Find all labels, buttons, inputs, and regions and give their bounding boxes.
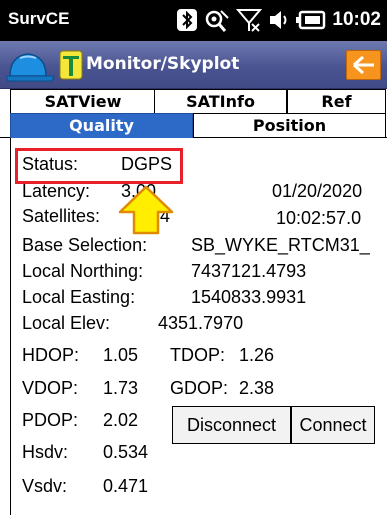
gps-signal-icon <box>204 7 230 33</box>
tab-satinfo[interactable]: SATInfo <box>154 89 287 113</box>
hdop-label: HDOP: <box>22 345 80 365</box>
tab-row-bottom: Quality Position <box>0 113 387 138</box>
bluetooth-icon <box>176 8 198 32</box>
local-elev-value: 4351.7970 <box>158 313 244 333</box>
pdop-value: 2.02 <box>103 410 139 430</box>
clock-time: 10:02 <box>332 9 381 30</box>
tab-position[interactable]: Position <box>193 113 386 138</box>
local-easting-label: Local Easting: <box>22 287 136 307</box>
base-selection-value: SB_WYKE_RTCM31_ <box>191 235 370 255</box>
title-bar: Monitor/Skyplot <box>0 41 387 89</box>
status-icons: 10:02 <box>176 6 381 34</box>
time-value: 10:02:57.0 <box>276 208 362 228</box>
pdop-label: PDOP: <box>22 410 79 430</box>
tab-quality[interactable]: Quality <box>10 113 193 138</box>
gdop-label: GDOP: <box>170 378 229 398</box>
vdop-label: VDOP: <box>22 378 79 398</box>
date-value: 01/20/2020 <box>272 181 363 201</box>
local-northing-label: Local Northing: <box>22 261 144 281</box>
arrow-left-icon <box>352 55 374 75</box>
vsdv-label: Vsdv: <box>22 476 68 496</box>
page-title: Monitor/Skyplot <box>86 54 240 74</box>
local-easting-value: 1540833.9931 <box>191 287 307 307</box>
local-northing-value: 7437121.4793 <box>191 261 307 281</box>
gdop-value: 2.38 <box>239 378 275 398</box>
tdop-value: 1.26 <box>239 345 275 365</box>
hdop-value: 1.05 <box>103 345 139 365</box>
local-elev-label: Local Elev: <box>22 313 111 333</box>
hsdv-value: 0.534 <box>103 442 149 462</box>
vsdv-value: 0.471 <box>103 476 149 496</box>
satellites-label: Satellites: <box>22 206 101 226</box>
connect-button[interactable]: Connect <box>291 406 375 444</box>
battery-icon <box>296 9 326 31</box>
system-status-bar: SurvCE 10:02 <box>0 0 387 41</box>
status-highlight-box <box>15 148 183 184</box>
latency-label: Latency: <box>22 181 91 201</box>
hard-hat-icon[interactable] <box>5 50 56 86</box>
vdop-value: 1.73 <box>103 378 139 398</box>
tab-ref[interactable]: Ref <box>287 89 386 113</box>
app-name: SurvCE <box>8 9 70 28</box>
tripod-logo-icon <box>59 50 83 80</box>
tdop-label: TDOP: <box>170 345 226 365</box>
disconnect-button[interactable]: Disconnect <box>172 406 291 444</box>
back-button[interactable] <box>346 50 381 80</box>
tab-satview[interactable]: SATView <box>10 89 156 113</box>
tab-row-top: SATView SATInfo Ref <box>0 89 387 113</box>
arrow-up-icon <box>118 185 174 239</box>
speaker-icon <box>268 8 290 32</box>
hsdv-label: Hsdv: <box>22 442 69 462</box>
no-signal-icon <box>236 7 263 33</box>
